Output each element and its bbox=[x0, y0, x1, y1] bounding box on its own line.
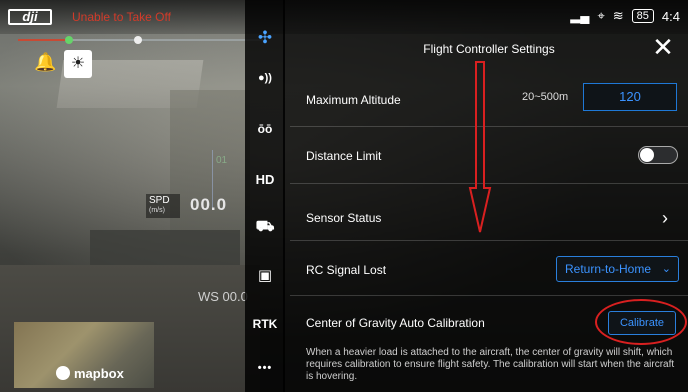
rc-signal-lost-label: RC Signal Lost bbox=[306, 263, 387, 277]
signal-icon[interactable]: ●)) bbox=[245, 72, 285, 84]
distance-limit-toggle[interactable] bbox=[638, 146, 678, 164]
speed-label: SPD bbox=[149, 195, 170, 206]
rtk-label[interactable]: RTK bbox=[245, 317, 285, 331]
chevron-down-icon: ⌄ bbox=[661, 263, 671, 275]
light-bulb-icon[interactable]: ☀ bbox=[64, 50, 92, 78]
max-altitude-input[interactable]: 120 bbox=[583, 83, 677, 111]
takeoff-status: Unable to Take Off bbox=[72, 10, 171, 24]
wifi-icon: ≋ bbox=[612, 8, 624, 23]
return-marker bbox=[65, 36, 73, 44]
settings-icon-column: ✣ ●)) ōō HD ⛟ ▣ RTK ••• bbox=[245, 0, 285, 392]
remote-controller-icon[interactable]: ōō bbox=[245, 122, 285, 136]
mapbox-logo: mapbox bbox=[56, 366, 124, 381]
sensor-status-label: Sensor Status bbox=[306, 211, 382, 225]
rc-signal-lost-value: Return-to-Home bbox=[565, 262, 652, 276]
cog-calibration-description: When a heavier load is attached to the a… bbox=[306, 347, 675, 382]
chevron-right-icon: › bbox=[662, 208, 668, 228]
notification-bell-icon[interactable]: 🔔 bbox=[34, 52, 56, 74]
annotation-arrow bbox=[468, 61, 492, 233]
speed-value: 00.0 bbox=[190, 195, 228, 214]
battery-icon[interactable]: ▣ bbox=[245, 266, 285, 284]
cog-calibration-label: Center of Gravity Auto Calibration bbox=[306, 316, 485, 330]
drone-icon[interactable]: ✣ bbox=[245, 28, 285, 48]
payload-icon[interactable]: ⛟ bbox=[245, 218, 285, 237]
flight-controller-settings-panel: Flight Controller Settings ✕ Maximum Alt… bbox=[290, 30, 688, 392]
max-altitude-label: Maximum Altitude bbox=[306, 93, 401, 107]
wall bbox=[170, 90, 250, 250]
close-icon[interactable]: ✕ bbox=[650, 34, 676, 62]
location-icon: ⌖ bbox=[597, 8, 605, 23]
speed-unit: (m/s) bbox=[149, 207, 165, 214]
hud-reading: 01 bbox=[216, 155, 228, 166]
clock: 4:4 bbox=[661, 8, 680, 24]
divider bbox=[290, 295, 688, 296]
panel-title: Flight Controller Settings bbox=[423, 42, 555, 56]
hd-label[interactable]: HD bbox=[245, 172, 285, 187]
system-status-icons: ▂▄ ⌖ ≋ 85 4:4 bbox=[570, 8, 680, 24]
rc-signal-lost-select[interactable]: Return-to-Home ⌄ bbox=[556, 256, 679, 282]
annotation-ellipse bbox=[595, 299, 687, 345]
desk bbox=[90, 230, 240, 270]
distance-limit-label: Distance Limit bbox=[306, 149, 382, 163]
landing-marker bbox=[134, 36, 142, 44]
battery-progress-bar bbox=[18, 36, 263, 44]
wind-speed-value: WS 00.0 bbox=[198, 289, 248, 304]
battery-level: 85 bbox=[631, 9, 654, 23]
more-icon[interactable]: ••• bbox=[245, 362, 285, 374]
rc-icon: ▂▄ bbox=[570, 8, 590, 23]
max-altitude-range: 20~500m bbox=[522, 91, 569, 103]
dji-logo[interactable]: dji bbox=[8, 9, 52, 25]
divider bbox=[290, 240, 688, 241]
top-status-bar: dji Unable to Take Off ▂▄ ⌖ ≋ 85 4:4 bbox=[0, 0, 688, 34]
